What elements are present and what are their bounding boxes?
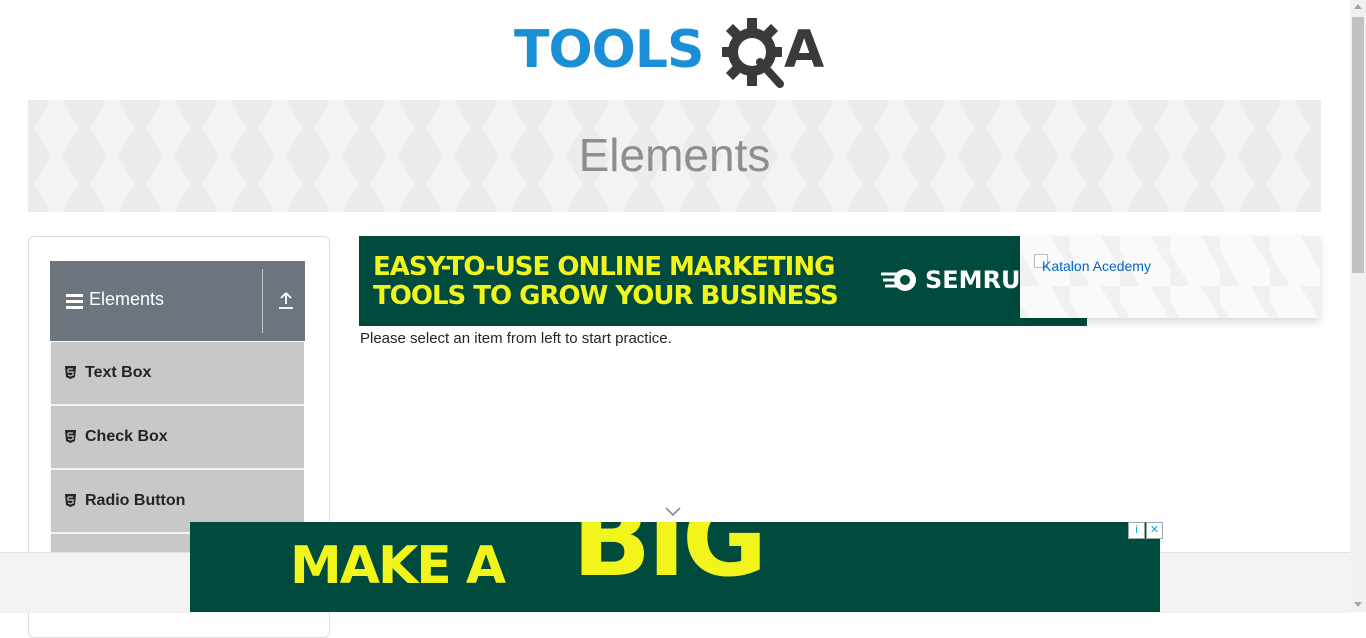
scroll-up-icon[interactable] — [1354, 4, 1362, 9]
top-ad-banner[interactable]: EASY-TO-USE ONLINE MARKETING TOOLS TO GR… — [359, 236, 1087, 326]
katalon-ad-link[interactable]: Katalon Acedemy — [1042, 258, 1151, 274]
logo-text-tools: TOOLS — [514, 20, 704, 80]
sidebar-item-text-box[interactable]: Text Box — [51, 342, 304, 406]
ad-headline-line2: TOOLS TO GROW YOUR BUSINESS — [373, 281, 839, 311]
scrollbar-thumb[interactable] — [1352, 17, 1364, 273]
sidebar-item-label: Check Box — [85, 428, 168, 445]
toolsqa-logo[interactable]: TOOLS A — [514, 16, 838, 92]
ad-text-make: MAKE A — [290, 536, 506, 596]
header-divider — [262, 269, 263, 333]
semrush-logo-icon — [881, 269, 916, 291]
menu-icon — [66, 294, 83, 309]
bottom-ad-banner[interactable]: MAKE A BIG — [190, 522, 1160, 612]
ad-headline-line1: EASY-TO-USE ONLINE MARKETING — [373, 252, 835, 282]
scroll-down-icon[interactable] — [1354, 602, 1362, 607]
gear-magnifier-icon — [722, 18, 784, 88]
logo-text-a: A — [784, 20, 825, 80]
practice-instruction: Please select an item from left to start… — [360, 330, 672, 347]
html5-icon — [65, 366, 76, 379]
sidebar-item-check-box[interactable]: Check Box — [51, 406, 304, 470]
sidebar-group-header[interactable]: Elements — [50, 261, 305, 341]
chevron-down-icon[interactable] — [664, 506, 682, 518]
ad-text-big: BIG — [572, 522, 767, 600]
adchoices-icon[interactable]: i — [1128, 522, 1145, 539]
page-scrollbar[interactable] — [1350, 0, 1366, 612]
collapse-up-icon[interactable] — [278, 292, 294, 310]
ad-controls: i ✕ — [1127, 522, 1163, 539]
katalon-ad[interactable]: Katalon Acedemy — [1020, 236, 1320, 318]
sidebar-group-title: Elements — [89, 289, 165, 309]
html5-icon — [65, 430, 76, 443]
page-title: Elements — [578, 129, 771, 181]
sidebar-item-label: Text Box — [85, 364, 152, 381]
sidebar-item-label: Radio Button — [85, 492, 186, 509]
html5-icon — [65, 494, 76, 507]
close-icon[interactable]: ✕ — [1146, 522, 1163, 539]
page-banner: Elements — [28, 100, 1321, 212]
